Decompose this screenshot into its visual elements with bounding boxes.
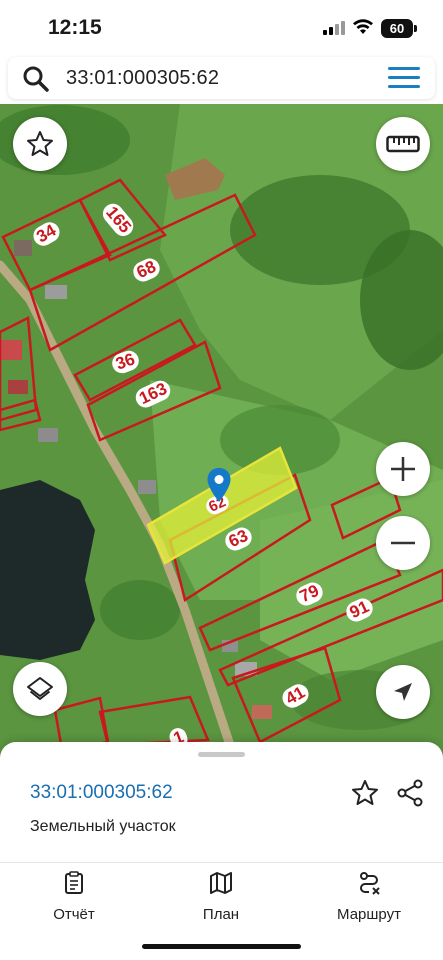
plus-icon <box>391 457 415 481</box>
home-indicator[interactable] <box>142 944 301 949</box>
search-icon[interactable] <box>22 65 50 93</box>
minus-icon <box>391 541 415 545</box>
search-input[interactable]: 33:01:000305:62 <box>66 67 219 90</box>
status-bar: 12:15 60 <box>0 0 443 56</box>
ruler-icon <box>386 135 420 153</box>
share-icon[interactable] <box>395 778 425 808</box>
layers-icon <box>27 677 53 700</box>
battery-level: 60 <box>389 21 405 36</box>
map-view[interactable]: 34 165 68 36 163 62 63 79 91 41 1 <box>0 104 443 760</box>
parcel-info-sheet[interactable]: 33:01:000305:62 Земельный участок <box>0 742 443 862</box>
battery-indicator: 60 <box>381 19 417 38</box>
navigation-arrow-icon <box>394 683 412 701</box>
star-icon <box>27 131 53 156</box>
tab-route-label: Маршрут <box>337 906 401 923</box>
parcel-number[interactable]: 33:01:000305:62 <box>30 782 173 804</box>
star-icon[interactable] <box>350 778 380 808</box>
location-pin-icon[interactable] <box>206 467 232 503</box>
status-time: 12:15 <box>48 16 102 39</box>
my-location-button[interactable] <box>376 665 430 719</box>
tab-report-label: Отчёт <box>53 906 95 923</box>
search-bar[interactable]: 33:01:000305:62 <box>8 57 435 99</box>
ruler-button[interactable] <box>376 117 430 171</box>
sheet-drag-handle[interactable] <box>198 752 245 757</box>
satellite-map[interactable] <box>0 104 443 760</box>
tab-plan[interactable]: План <box>161 871 281 923</box>
menu-icon[interactable] <box>388 67 420 89</box>
parcel-type: Земельный участок <box>30 818 176 835</box>
zoom-in-button[interactable] <box>376 442 430 496</box>
zoom-out-button[interactable] <box>376 516 430 570</box>
layers-button[interactable] <box>13 662 67 716</box>
route-icon <box>360 872 380 895</box>
wifi-icon <box>353 19 373 34</box>
tab-route[interactable]: Маршрут <box>309 871 429 923</box>
map-plan-icon <box>210 872 232 894</box>
report-icon <box>65 871 83 894</box>
tab-plan-label: План <box>202 906 240 923</box>
cellular-signal-icon <box>323 21 347 35</box>
favorite-map-button[interactable] <box>13 117 67 171</box>
tab-report[interactable]: Отчёт <box>14 871 134 923</box>
